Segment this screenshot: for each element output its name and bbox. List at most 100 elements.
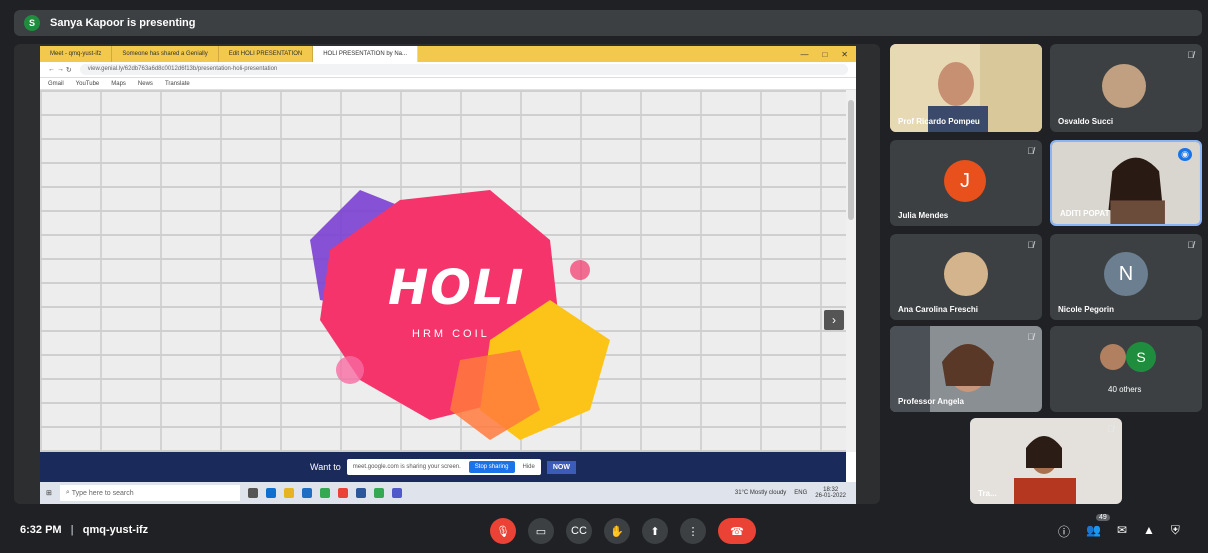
meeting-time: 6:32 PM: [20, 524, 62, 536]
chrome-icon[interactable]: [319, 488, 330, 498]
participant-tile[interactable]: J 🎙̸ Julia Mendes: [890, 140, 1042, 226]
slide-title: HOLI: [388, 260, 526, 316]
clock[interactable]: 18:32 26-01-2022: [815, 487, 846, 499]
others-count: 40 others: [1108, 385, 1142, 394]
page-scrollbar[interactable]: [846, 90, 856, 452]
participant-tile[interactable]: N 🎙̸ Nicole Pegorin: [1050, 234, 1202, 320]
bookmark-item[interactable]: News: [138, 81, 153, 87]
more-options-button[interactable]: ⋮: [680, 518, 706, 544]
participant-tile-speaking[interactable]: ◉ ADITI POPAT: [1050, 140, 1202, 226]
people-icon[interactable]: 👥: [1086, 523, 1101, 540]
back-icon[interactable]: ←: [48, 66, 55, 73]
browser-tab-active[interactable]: HOLI PRESENTATION by Na...: [313, 46, 418, 62]
hangup-icon: ☎: [730, 525, 744, 538]
mic-off-icon: 🎙̸: [1027, 332, 1034, 342]
browser-tab-bar: Meet - qmq-yust-ifz Someone has shared a…: [40, 46, 856, 62]
hand-icon: ✋: [610, 525, 624, 538]
tab-label: Meet - qmq-yust-ifz: [50, 51, 102, 57]
maximize-icon[interactable]: □: [822, 50, 827, 59]
tab-label: HOLI PRESENTATION by Na...: [323, 51, 407, 57]
participant-name: ADITI POPAT: [1060, 209, 1110, 218]
mic-off-icon: 🎙̸: [1027, 240, 1034, 250]
bookmark-item[interactable]: Translate: [165, 81, 190, 87]
participant-name: Nicole Pegorin: [1058, 305, 1115, 314]
close-icon[interactable]: ✕: [841, 50, 848, 59]
mic-off-icon: 🎙: [496, 525, 510, 538]
bookmark-item[interactable]: YouTube: [76, 81, 100, 87]
self-view-tile[interactable]: 🎙̸ Tra...: [970, 418, 1122, 504]
address-bar-row: ← → ↻ view.genial.ly/62db763a6d8c0012d6f…: [40, 62, 856, 78]
minimize-icon[interactable]: —: [800, 50, 808, 59]
chrome-alt-icon[interactable]: [373, 488, 384, 498]
browser-tab[interactable]: Edit HOLI PRESENTATION: [219, 46, 314, 62]
bookmark-item[interactable]: Gmail: [48, 81, 64, 87]
mic-toggle-button[interactable]: 🎙: [490, 518, 516, 544]
clock-date: 26-01-2022: [815, 493, 846, 499]
info-icon[interactable]: ⓘ: [1058, 523, 1070, 540]
browser-tab[interactable]: Someone has shared a Genially: [112, 46, 219, 62]
participant-tile[interactable]: 🎙̸ Ana Carolina Freschi: [890, 234, 1042, 320]
promo-banner: Want to meet.google.com is sharing your …: [40, 452, 846, 482]
participant-name: Julia Mendes: [898, 211, 949, 220]
presenting-bar: S Sanya Kapoor is presenting: [14, 10, 1202, 36]
participant-tile[interactable]: Prof Ricardo Pompeu: [890, 44, 1042, 132]
participant-initial-avatar: N: [1104, 252, 1148, 296]
presenter-avatar: S: [24, 15, 40, 31]
windows-start-icon[interactable]: ⊞: [46, 489, 52, 497]
mic-off-icon: 🎙̸: [1187, 240, 1194, 250]
taskbar-search-placeholder: Type here to search: [71, 489, 134, 497]
meeting-control-bar: 6:32 PM | qmq-yust-ifz 🎙 ▭ CC ✋ ⬆ ⋮ ☎ ⓘ …: [0, 512, 1208, 553]
url-field[interactable]: view.genial.ly/62db763a6d8c0012d6f13b/pr…: [79, 64, 848, 75]
participant-tile[interactable]: 🎙̸ Osvaldo Succi: [1050, 44, 1202, 132]
sharing-notice-text: meet.google.com is sharing your screen.: [352, 464, 461, 470]
taskbar-search[interactable]: ⌕ Type here to search: [59, 485, 240, 501]
banner-now-button[interactable]: NOW: [546, 460, 576, 474]
weather-text[interactable]: 31°C Mostly cloudy: [735, 490, 786, 496]
meeting-separator: |: [70, 524, 74, 536]
next-slide-button[interactable]: ›: [824, 310, 844, 330]
activities-icon[interactable]: ▲: [1143, 523, 1155, 540]
participant-tile[interactable]: 🎙̸ Professor Angela: [890, 326, 1042, 412]
windows-taskbar: ⊞ ⌕ Type here to search 31°C Mostly clou…: [40, 482, 856, 504]
language-indicator[interactable]: ENG: [794, 490, 807, 496]
file-explorer-icon[interactable]: [283, 488, 294, 498]
browser-tab[interactable]: Meet - qmq-yust-ifz: [40, 46, 113, 62]
task-view-icon[interactable]: [247, 488, 258, 498]
raise-hand-button[interactable]: ✋: [604, 518, 630, 544]
teams-icon[interactable]: [391, 488, 402, 498]
bookmark-item[interactable]: Maps: [111, 81, 126, 87]
chat-icon[interactable]: ✉: [1117, 523, 1127, 540]
camera-icon: ▭: [535, 525, 547, 538]
shared-browser-window[interactable]: Meet - qmq-yust-ifz Someone has shared a…: [40, 46, 856, 504]
screen-sharing-notice: meet.google.com is sharing your screen. …: [346, 459, 541, 475]
hide-button[interactable]: Hide: [523, 464, 535, 470]
participant-photo-avatar: [1100, 344, 1126, 370]
present-button[interactable]: ⬆: [642, 518, 668, 544]
banner-text: Want to: [310, 462, 341, 472]
leave-call-button[interactable]: ☎: [718, 518, 756, 544]
reload-icon[interactable]: ↻: [66, 66, 72, 74]
tab-label: Someone has shared a Genially: [122, 51, 208, 57]
side-panel-controls: ⓘ 👥 ✉ ▲ ⛨: [1058, 523, 1180, 540]
stop-sharing-button[interactable]: Stop sharing: [468, 461, 515, 473]
chrome-profile-icon[interactable]: [337, 488, 348, 498]
participant-name: Prof Ricardo Pompeu: [898, 117, 980, 126]
participant-name: Ana Carolina Freschi: [898, 305, 979, 314]
captions-icon: CC: [571, 525, 587, 537]
others-tile[interactable]: S 40 others: [1050, 326, 1202, 412]
mic-off-icon: 🎙̸: [1187, 50, 1194, 60]
store-icon[interactable]: [301, 488, 312, 498]
camera-toggle-button[interactable]: ▭: [528, 518, 554, 544]
word-icon[interactable]: [355, 488, 366, 498]
slide-subtitle: HRM COIL: [412, 328, 490, 340]
participant-name: Professor Angela: [898, 397, 964, 406]
edge-icon[interactable]: [265, 488, 276, 498]
tab-label: Edit HOLI PRESENTATION: [228, 51, 303, 57]
scrollbar-thumb[interactable]: [848, 100, 854, 220]
mic-off-icon: 🎙̸: [1027, 146, 1034, 156]
people-count-badge: 49: [1096, 514, 1110, 521]
forward-icon[interactable]: →: [57, 66, 64, 73]
captions-button[interactable]: CC: [566, 518, 592, 544]
host-controls-icon[interactable]: ⛨: [1171, 523, 1180, 540]
present-icon: ⬆: [650, 525, 660, 538]
